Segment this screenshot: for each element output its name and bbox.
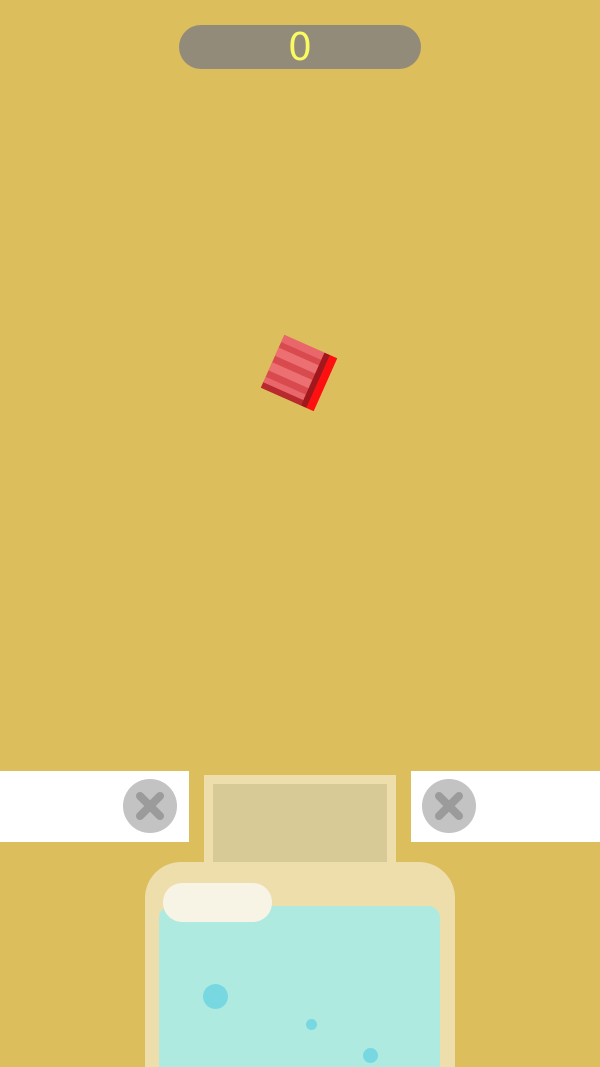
left-close-button[interactable] bbox=[123, 779, 177, 833]
close-icon bbox=[435, 792, 463, 820]
bubble bbox=[363, 1048, 378, 1063]
score-value: 0 bbox=[287, 25, 313, 69]
game-scene[interactable]: 0 bbox=[0, 0, 600, 1067]
left-panel bbox=[0, 771, 189, 842]
right-close-button[interactable] bbox=[422, 779, 476, 833]
jar-lid bbox=[213, 784, 387, 867]
water-jar bbox=[145, 862, 455, 1067]
close-icon bbox=[136, 792, 164, 820]
falling-block bbox=[260, 334, 338, 412]
bubble bbox=[306, 1019, 317, 1030]
jar-neck bbox=[204, 775, 396, 867]
score-display: 0 bbox=[179, 25, 421, 69]
jar-water bbox=[159, 906, 440, 1067]
jar-shine bbox=[163, 883, 272, 922]
bubble bbox=[203, 984, 228, 1009]
right-panel bbox=[411, 771, 600, 842]
